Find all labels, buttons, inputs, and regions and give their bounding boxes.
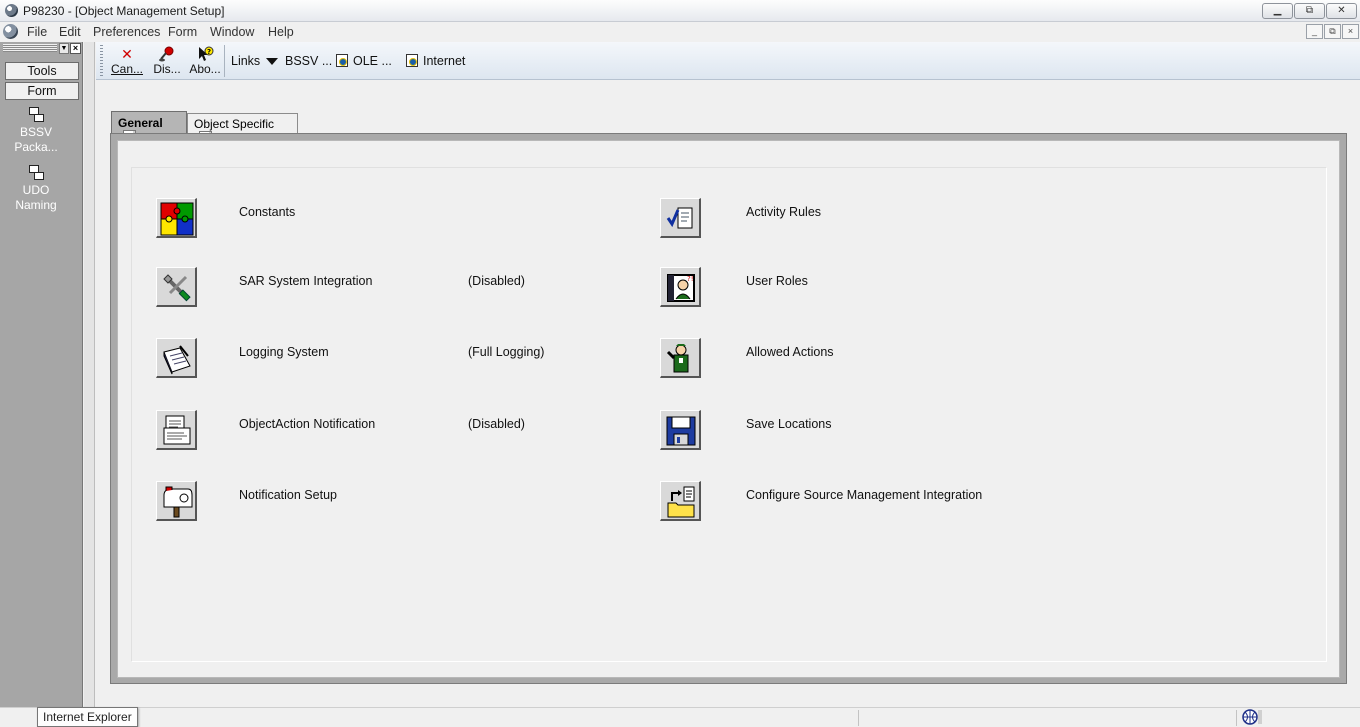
object-action-notification-status: (Disabled) [468, 417, 525, 431]
allowed-actions-label[interactable]: Allowed Actions [746, 345, 834, 359]
sidebar-close-icon[interactable]: × [70, 43, 81, 54]
cancel-label: Can... [110, 62, 143, 76]
tab-general[interactable]: General [111, 111, 187, 143]
menu-window[interactable]: Window [210, 25, 254, 39]
user-roles-button[interactable]: ?! [660, 267, 701, 307]
sidebar-item-label: UDO Naming [15, 183, 57, 212]
sar-integration-button[interactable] [156, 267, 197, 307]
sar-integration-label[interactable]: SAR System Integration [239, 274, 372, 288]
svg-text:?!: ?! [687, 275, 694, 283]
links-label: Links [231, 54, 261, 68]
activity-rules-button[interactable] [660, 198, 701, 238]
constants-label[interactable]: Constants [239, 205, 295, 219]
floppy-disk-icon [666, 416, 696, 446]
menu-edit[interactable]: Edit [59, 25, 81, 39]
user-roles-icon: ?! [667, 274, 695, 302]
tree-node-icon [28, 106, 44, 122]
sidebar: ▼ × Tools Form BSSV Packa... UDO Naming [0, 42, 83, 707]
mdi-minimize-button[interactable]: _ [1306, 24, 1323, 39]
links-dropdown[interactable]: Links [231, 54, 279, 68]
title-bar: P98230 - [Object Management Setup] ▁ ⧉ ✕ [0, 0, 1360, 22]
object-action-notification-button[interactable] [156, 410, 197, 450]
mailbox-icon [163, 486, 193, 518]
system-menu-icon[interactable] [3, 24, 18, 39]
app-globe-icon [5, 4, 18, 17]
menu-bar: File Edit Preferences Form Window Help [0, 22, 1360, 42]
window-title: P98230 - [Object Management Setup] [23, 4, 225, 18]
link-internet-label: Internet [423, 54, 466, 68]
sidebar-item-bssv-package[interactable]: BSSV Packa... [4, 106, 68, 155]
toolbar-separator [224, 45, 225, 77]
person-action-icon [666, 344, 689, 373]
display-label: Dis... [153, 62, 181, 76]
link-internet[interactable]: Internet [406, 54, 465, 68]
status-divider [1236, 710, 1237, 726]
restore-button[interactable]: ⧉ [1294, 3, 1325, 19]
globe-icon [1240, 708, 1264, 726]
minimize-button[interactable]: ▁ [1262, 3, 1293, 19]
puzzle-icon [160, 202, 194, 236]
sidebar-grip[interactable] [3, 44, 57, 52]
menu-preferences[interactable]: Preferences [93, 25, 160, 39]
menu-file[interactable]: File [27, 25, 47, 39]
allowed-actions-button[interactable] [660, 338, 701, 378]
documents-icon [163, 415, 191, 445]
notification-setup-button[interactable] [156, 481, 197, 521]
sidebar-tab-tools[interactable]: Tools [5, 62, 79, 80]
svg-text:?: ? [207, 48, 211, 56]
ole-document-icon [336, 54, 348, 67]
status-divider [858, 710, 859, 726]
sidebar-item-udo-naming[interactable]: UDO Naming [4, 164, 68, 213]
logging-system-button[interactable] [156, 338, 197, 378]
about-button[interactable]: ? Abo... [185, 45, 225, 79]
notification-setup-label[interactable]: Notification Setup [239, 488, 337, 502]
tab-object-specific-label: Object Specific [194, 117, 275, 131]
link-ole[interactable]: OLE ... [336, 54, 392, 68]
object-action-notification-label[interactable]: ObjectAction Notification [239, 417, 375, 431]
options-group [131, 167, 1327, 662]
sidebar-dropdown-icon[interactable]: ▼ [59, 43, 69, 54]
checklist-icon [666, 207, 693, 229]
activity-rules-label[interactable]: Activity Rules [746, 205, 821, 219]
about-help-icon: ? [185, 45, 225, 63]
about-label: Abo... [189, 62, 221, 76]
constants-button[interactable] [156, 198, 197, 238]
display-button[interactable]: Dis... [147, 45, 187, 79]
sidebar-tab-form[interactable]: Form [5, 82, 79, 100]
link-bssv[interactable]: BSSV ... [285, 54, 332, 68]
tab-general-label: General [118, 116, 163, 130]
menu-help[interactable]: Help [268, 25, 294, 39]
display-pin-icon [147, 45, 187, 63]
tab-object-specific[interactable]: Object Specific [187, 113, 298, 144]
user-roles-label[interactable]: User Roles [746, 274, 808, 288]
link-ole-label: OLE ... [353, 54, 392, 68]
logging-system-label[interactable]: Logging System [239, 345, 329, 359]
source-management-label[interactable]: Configure Source Management Integration [746, 488, 982, 502]
logging-system-status: (Full Logging) [468, 345, 545, 359]
tools-icon [163, 274, 191, 302]
toolbar-grip[interactable] [100, 45, 103, 77]
cancel-x-icon: ✕ [121, 46, 133, 62]
source-management-button[interactable] [660, 481, 701, 521]
toolbar: ✕ Can... Dis... ? Abo... Links BSSV ... … [96, 42, 1360, 80]
chevron-down-icon [266, 58, 279, 66]
status-bar [0, 707, 1360, 727]
menu-form[interactable]: Form [168, 25, 197, 39]
sidebar-splitter[interactable] [84, 42, 95, 707]
close-button[interactable]: ✕ [1326, 3, 1357, 19]
sidebar-item-label: BSSV Packa... [14, 125, 58, 154]
save-locations-label[interactable]: Save Locations [746, 417, 831, 431]
internet-document-icon [406, 54, 418, 67]
mdi-close-button[interactable]: × [1342, 24, 1359, 39]
logbook-icon [163, 345, 191, 375]
sar-integration-status: (Disabled) [468, 274, 525, 288]
mdi-restore-button[interactable]: ⧉ [1324, 24, 1341, 39]
tree-node-icon [28, 164, 44, 180]
tooltip: Internet Explorer [37, 707, 138, 727]
save-locations-button[interactable] [660, 410, 701, 450]
cancel-button[interactable]: ✕ Can... [107, 45, 147, 79]
source-folder-icon [667, 486, 695, 518]
